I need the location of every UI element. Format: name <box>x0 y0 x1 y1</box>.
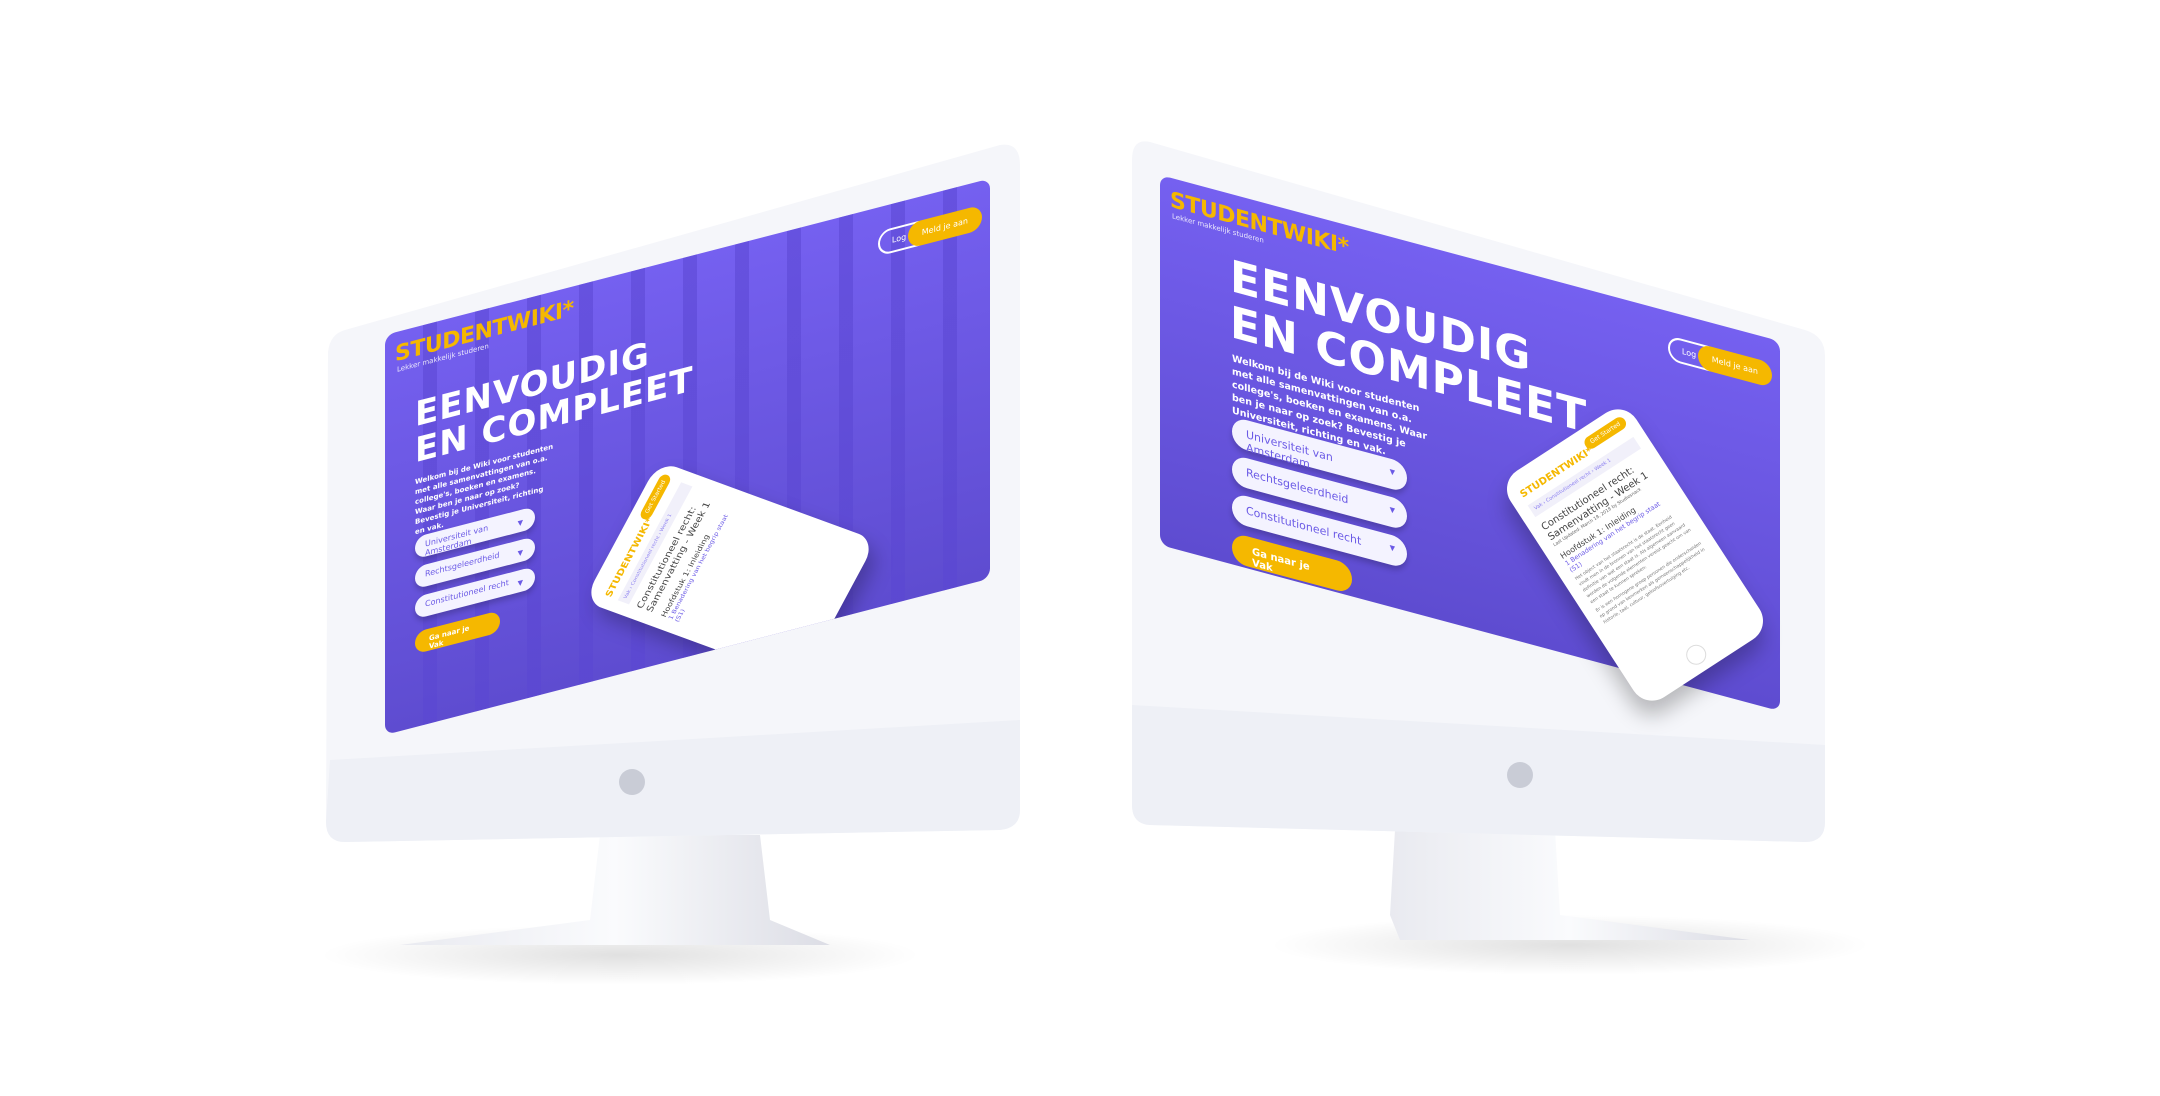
signup-button[interactable]: Meld je aan <box>1697 343 1772 388</box>
left-imac-stand <box>400 835 830 945</box>
chevron-down-icon: ▼ <box>1389 467 1395 477</box>
imac-mockups <box>320 141 1870 985</box>
chevron-down-icon: ▼ <box>517 548 523 558</box>
home-button <box>1682 640 1711 669</box>
chevron-down-icon: ▼ <box>517 518 523 528</box>
chevron-down-icon: ▼ <box>1389 543 1395 553</box>
chevron-down-icon: ▼ <box>1389 505 1395 515</box>
chevron-down-icon: ▼ <box>517 578 523 588</box>
